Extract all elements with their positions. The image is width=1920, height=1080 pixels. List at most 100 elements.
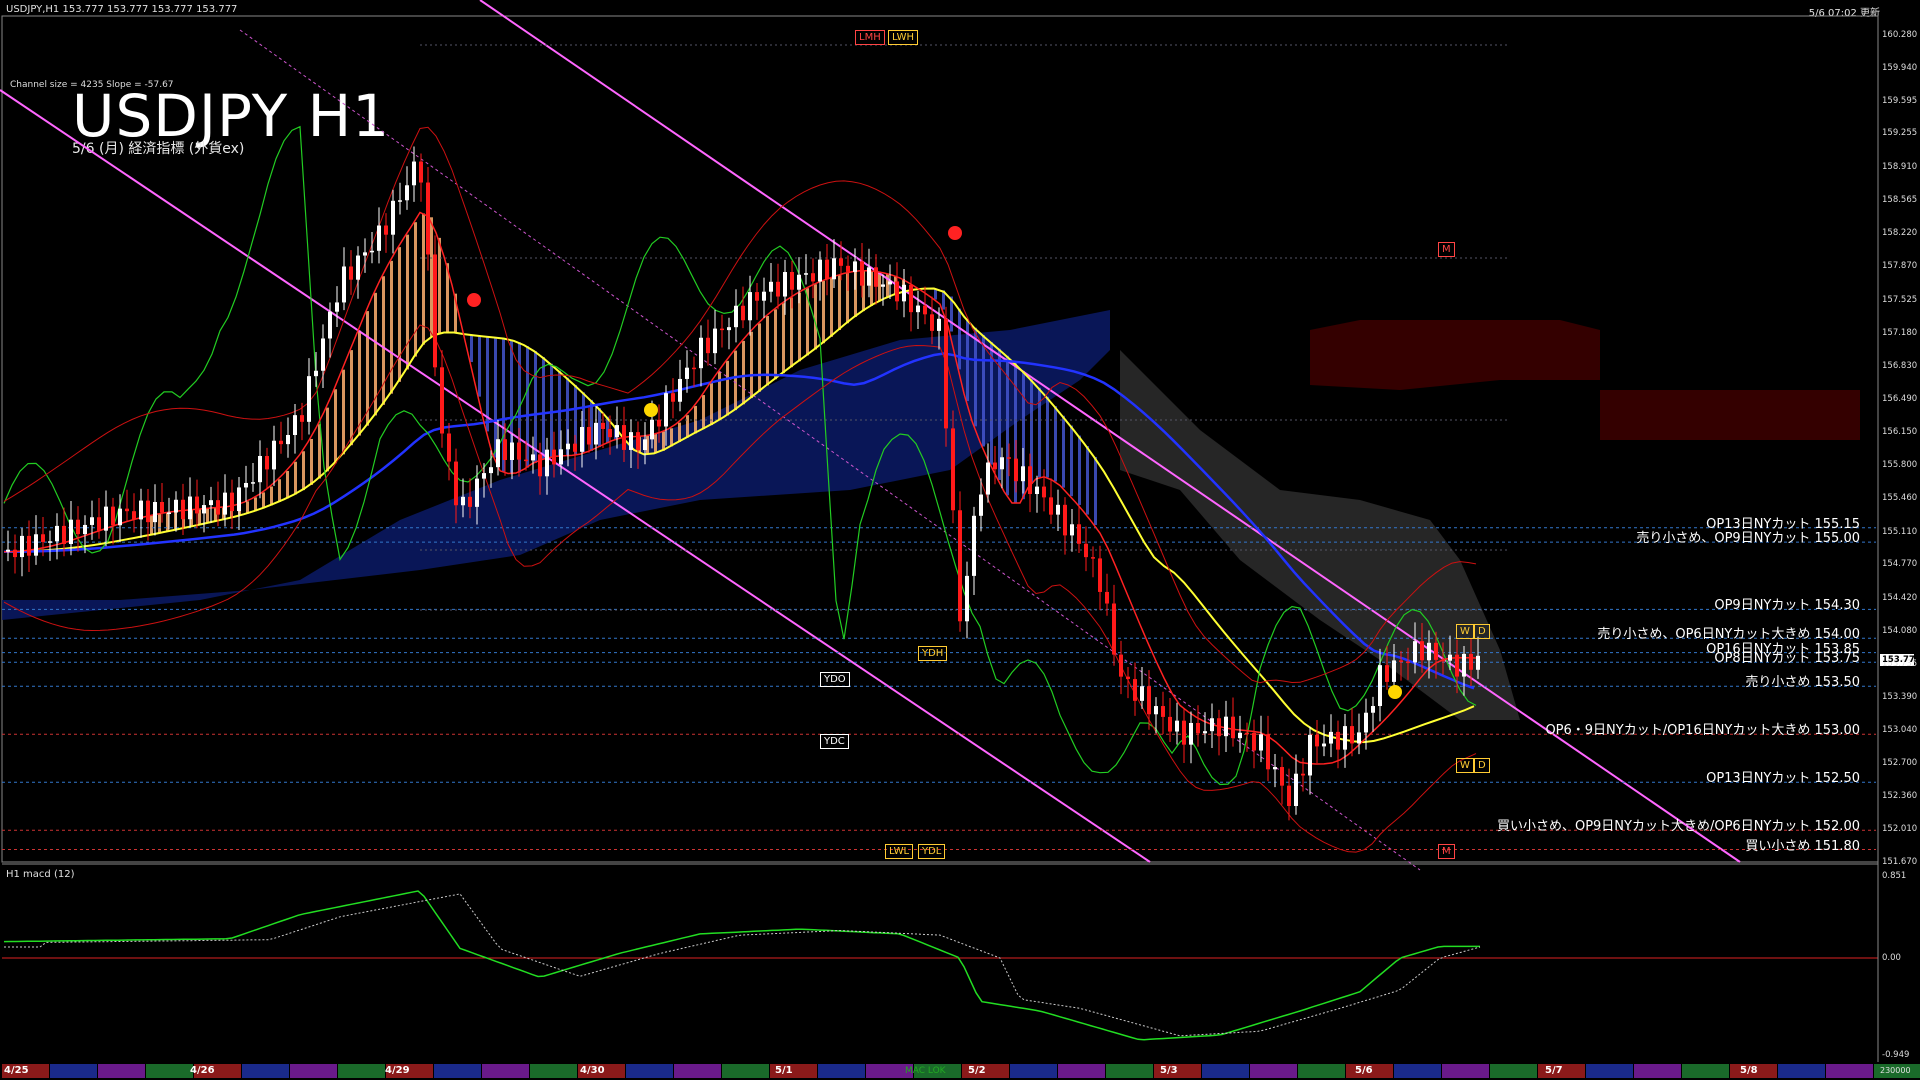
histogram-bar	[598, 407, 601, 448]
candle-bear	[13, 549, 17, 558]
candle-bull	[678, 378, 682, 402]
candle-bull	[496, 439, 500, 468]
candle-bear	[1105, 591, 1109, 604]
candle-bear	[1455, 654, 1459, 677]
candle-bear	[538, 454, 542, 477]
candle-bear	[636, 432, 640, 451]
macd-tick-zero: 0.00	[1882, 953, 1901, 963]
candle-bear	[839, 258, 843, 266]
candle-bear	[874, 267, 878, 287]
candle-bull	[734, 305, 738, 328]
histogram-bar	[278, 479, 281, 502]
tag-m-top: M	[1438, 242, 1455, 257]
date-strip-cell	[1826, 1064, 1873, 1078]
candle-bear	[657, 419, 661, 427]
candle-bull	[650, 419, 654, 440]
candle-bull	[832, 258, 836, 280]
tag-ydh: YDH	[918, 646, 948, 661]
candle-bear	[1077, 524, 1081, 544]
candle-bull	[475, 478, 479, 507]
price-tick: 152.010	[1882, 824, 1918, 835]
date-label: 4/29	[385, 1065, 410, 1076]
candle-bull	[1035, 486, 1039, 495]
histogram-bar	[1046, 396, 1049, 478]
candle-bear	[573, 443, 577, 452]
candle-bear	[265, 455, 269, 470]
candle-bear	[1399, 660, 1403, 662]
candle-bear	[384, 225, 388, 235]
candle-bear	[706, 337, 710, 354]
candle-bear	[622, 425, 626, 450]
date-strip-cell	[1490, 1064, 1537, 1078]
candle-bear	[524, 459, 528, 462]
date-strip	[2, 1064, 1920, 1078]
histogram-bar	[550, 363, 553, 458]
date-strip-cell	[1586, 1064, 1633, 1078]
price-tick: 159.940	[1882, 62, 1918, 73]
candle-bear	[419, 161, 423, 183]
candle-bear	[811, 273, 815, 282]
date-strip-cell	[1442, 1064, 1489, 1078]
candle-bear	[1231, 716, 1235, 739]
date-strip-cell	[1634, 1064, 1681, 1078]
tag-lwl: LWL	[885, 844, 914, 859]
candle-bull	[321, 338, 325, 371]
cloud-right-red	[1310, 320, 1860, 440]
histogram-bar	[1078, 435, 1081, 505]
level-label: 買い小さめ 151.80	[1745, 838, 1860, 854]
candle-bull	[1322, 743, 1326, 747]
candle-bear	[454, 461, 458, 506]
candle-bull	[1371, 706, 1375, 713]
price-tick: 159.595	[1882, 95, 1918, 106]
histogram-bar	[686, 415, 689, 438]
candle-bear	[692, 367, 696, 370]
price-tick: 154.770	[1882, 559, 1918, 570]
candle-bear	[349, 266, 353, 280]
histogram-bar	[158, 513, 161, 534]
date-strip-cell	[1202, 1064, 1249, 1078]
candle-bull	[139, 500, 143, 520]
candle-bear	[601, 422, 605, 429]
candle-bull	[391, 200, 395, 235]
date-strip-cell	[1682, 1064, 1729, 1078]
candle-bull	[594, 422, 598, 445]
candle-bull	[1476, 655, 1480, 670]
candle-bear	[195, 496, 199, 514]
candle-bull	[398, 200, 402, 202]
candle-bull	[244, 482, 248, 488]
histogram-bar	[750, 331, 753, 399]
candle-bull	[979, 494, 983, 516]
histogram-bar	[710, 382, 713, 426]
candle-bull	[1070, 524, 1074, 536]
candle-bull	[748, 292, 752, 321]
candle-bear	[468, 496, 472, 507]
candle-bear	[1126, 676, 1130, 680]
tag-ydl: YDL	[918, 844, 946, 859]
histogram-bar	[206, 508, 209, 524]
candle-bear	[825, 259, 829, 280]
candle-bull	[307, 376, 311, 422]
candle-bull	[272, 440, 276, 470]
price-chart[interactable]	[0, 0, 1920, 1080]
price-tick: 156.830	[1882, 361, 1918, 372]
candle-bear	[860, 261, 864, 286]
candle-bull	[685, 367, 689, 379]
candle-bear	[1119, 654, 1123, 677]
candle-bear	[279, 440, 283, 445]
date-strip-cell	[722, 1064, 769, 1078]
candle-bull	[48, 541, 52, 543]
price-tick: 157.525	[1882, 294, 1918, 305]
level-label: 売り小さめ 153.50	[1745, 675, 1860, 691]
candle-bear	[930, 314, 934, 331]
candle-bull	[1154, 706, 1158, 715]
candle-bull	[104, 506, 108, 531]
date-strip-cell	[1010, 1064, 1057, 1078]
price-tick: 159.255	[1882, 128, 1918, 139]
histogram-bar	[774, 309, 777, 380]
candle-bull	[881, 284, 885, 287]
candle-bull	[377, 225, 381, 251]
candle-bull	[405, 185, 409, 201]
price-tick: 155.800	[1882, 460, 1918, 471]
date-label: 5/8	[1740, 1065, 1758, 1076]
candle-bear	[111, 506, 115, 526]
